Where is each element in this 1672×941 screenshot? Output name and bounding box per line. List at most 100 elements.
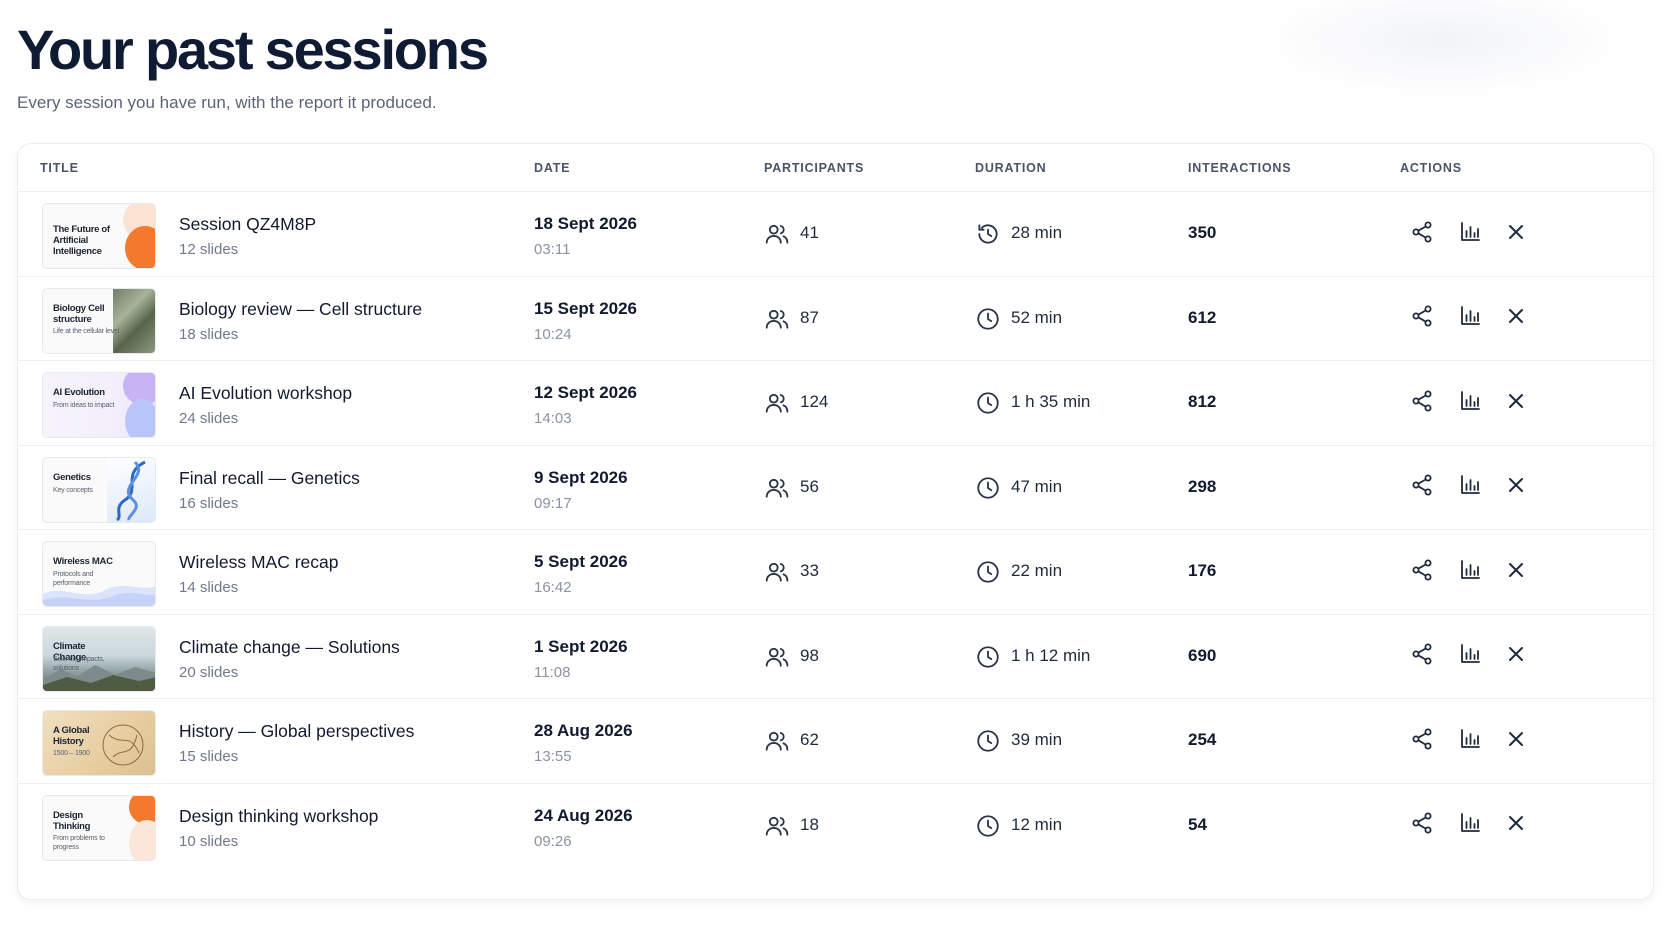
- view-report-button[interactable]: [1454, 641, 1486, 673]
- bar-chart-icon: [1458, 389, 1482, 418]
- view-report-button[interactable]: [1454, 303, 1486, 335]
- session-title[interactable]: AI Evolution workshop: [179, 383, 352, 404]
- slide-thumbnail[interactable]: A Global History 1500 – 1900: [42, 710, 156, 776]
- thumbnail-subtitle: From ideas to impact: [53, 402, 115, 409]
- table-row[interactable]: Climate Change Science, impacts, solution…: [18, 615, 1653, 699]
- delete-session-button[interactable]: [1500, 725, 1532, 757]
- session-duration: 12 min: [1011, 814, 1063, 834]
- users-icon: [764, 475, 790, 501]
- thumbnail-subtitle: Key concepts: [53, 486, 93, 494]
- share-button[interactable]: [1406, 472, 1438, 504]
- session-time: 09:17: [534, 494, 572, 512]
- users-icon: [764, 390, 790, 416]
- slide-thumbnail[interactable]: Genetics Key concepts: [42, 456, 156, 523]
- users-icon: [764, 813, 790, 839]
- page-subtitle: Every session you have run, with the rep…: [17, 93, 437, 112]
- slide-count: 24 slides: [179, 410, 239, 427]
- view-report-button[interactable]: [1454, 810, 1486, 842]
- bar-chart-icon: [1458, 727, 1482, 756]
- slide-thumbnail[interactable]: The Future of Artificial Intelligence: [42, 203, 156, 269]
- share-button[interactable]: [1406, 387, 1438, 419]
- table-row[interactable]: Genetics Key concepts Final recall — Genet…: [18, 446, 1653, 530]
- share-icon: [1410, 558, 1434, 587]
- delete-session-button[interactable]: [1500, 810, 1532, 842]
- slide-thumbnail[interactable]: Wireless MAC Protocols and performance: [42, 541, 156, 607]
- slide-thumbnail[interactable]: Climate Change Science, impacts, solution…: [42, 625, 156, 692]
- session-duration: 47 min: [1011, 476, 1063, 496]
- slide-thumbnail[interactable]: AI Evolution From ideas to impact: [42, 372, 156, 438]
- share-button[interactable]: [1406, 810, 1438, 842]
- participants-count: 87: [800, 307, 819, 327]
- close-icon: [1504, 558, 1528, 587]
- session-date: 12 Sept 2026: [534, 383, 638, 402]
- close-icon: [1504, 304, 1528, 333]
- delete-session-button[interactable]: [1500, 556, 1532, 588]
- session-title[interactable]: Session QZ4M8P: [179, 214, 316, 235]
- interactions-count: 812: [1188, 392, 1217, 411]
- delete-session-button[interactable]: [1500, 303, 1532, 335]
- share-button[interactable]: [1406, 303, 1438, 335]
- view-report-button[interactable]: [1454, 387, 1486, 419]
- table-row[interactable]: Wireless MAC Protocols and performance Wir…: [18, 530, 1653, 615]
- share-button[interactable]: [1406, 556, 1438, 588]
- users-icon: [764, 559, 790, 585]
- session-title[interactable]: Climate change — Solutions: [179, 637, 400, 658]
- session-duration: 22 min: [1011, 561, 1063, 580]
- slide-thumbnail[interactable]: Biology Cell structure Life at the cellul…: [42, 287, 156, 354]
- close-icon: [1504, 642, 1528, 671]
- delete-session-button[interactable]: [1500, 387, 1532, 419]
- session-date: 24 Aug 2026: [534, 805, 633, 825]
- session-title[interactable]: Biology review — Cell structure: [179, 299, 422, 320]
- delete-session-button[interactable]: [1500, 472, 1532, 504]
- column-header-interactions: INTERACTIONS: [1188, 161, 1292, 175]
- slide-count: 12 slides: [179, 241, 239, 258]
- thumbnail-title: The Future of Artificial Intelligence: [53, 224, 110, 257]
- session-title[interactable]: Final recall — Genetics: [179, 468, 360, 489]
- session-title[interactable]: Design thinking workshop: [179, 806, 378, 827]
- slide-count: 15 slides: [179, 748, 239, 765]
- column-header-title: TITLE: [40, 161, 79, 175]
- session-time: 10:24: [534, 325, 572, 343]
- bar-chart-icon: [1458, 473, 1482, 502]
- close-icon: [1504, 811, 1528, 840]
- table-row[interactable]: Biology Cell structure Life at the cellul…: [18, 277, 1653, 361]
- session-duration: 39 min: [1011, 730, 1063, 749]
- share-icon: [1410, 727, 1434, 756]
- view-report-button[interactable]: [1454, 218, 1486, 250]
- slide-count: 18 slides: [179, 325, 239, 343]
- table-row[interactable]: A Global History 1500 – 1900 History — Glo…: [18, 699, 1653, 784]
- participants-count: 62: [800, 730, 819, 749]
- share-icon: [1410, 389, 1434, 418]
- table-row[interactable]: AI Evolution From ideas to impact AI Evolu…: [18, 361, 1653, 446]
- clock-icon: [975, 390, 1001, 416]
- share-button[interactable]: [1406, 641, 1438, 673]
- session-title[interactable]: Wireless MAC recap: [179, 552, 338, 573]
- delete-session-button[interactable]: [1500, 641, 1532, 673]
- slide-count: 10 slides: [179, 832, 239, 850]
- clock-icon: [975, 306, 1001, 332]
- share-icon: [1410, 642, 1434, 671]
- thumbnail-title: Wireless MAC: [53, 556, 113, 567]
- table-row[interactable]: Design Thinking From problems to progress…: [18, 784, 1653, 869]
- view-report-button[interactable]: [1454, 556, 1486, 588]
- bar-chart-icon: [1458, 642, 1482, 671]
- interactions-count: 176: [1188, 561, 1217, 580]
- share-button[interactable]: [1406, 218, 1438, 250]
- slide-thumbnail[interactable]: Design Thinking From problems to progress: [42, 794, 156, 861]
- share-icon: [1410, 473, 1434, 502]
- bar-chart-icon: [1458, 304, 1482, 333]
- table-row[interactable]: The Future of Artificial Intelligence Ses…: [18, 192, 1653, 277]
- session-date: 18 Sept 2026: [534, 214, 638, 233]
- bar-chart-icon: [1458, 811, 1482, 840]
- view-report-button[interactable]: [1454, 725, 1486, 757]
- slide-count: 16 slides: [179, 494, 239, 512]
- view-report-button[interactable]: [1454, 472, 1486, 504]
- share-button[interactable]: [1406, 725, 1438, 757]
- users-icon: [764, 306, 790, 332]
- sessions-table: TITLE DATE PARTICIPANTS DURATION INTERAC…: [17, 143, 1654, 900]
- slide-count: 14 slides: [179, 579, 239, 596]
- users-icon: [764, 728, 790, 754]
- session-title[interactable]: History — Global perspectives: [179, 721, 414, 742]
- interactions-count: 54: [1188, 814, 1207, 834]
- delete-session-button[interactable]: [1500, 218, 1532, 250]
